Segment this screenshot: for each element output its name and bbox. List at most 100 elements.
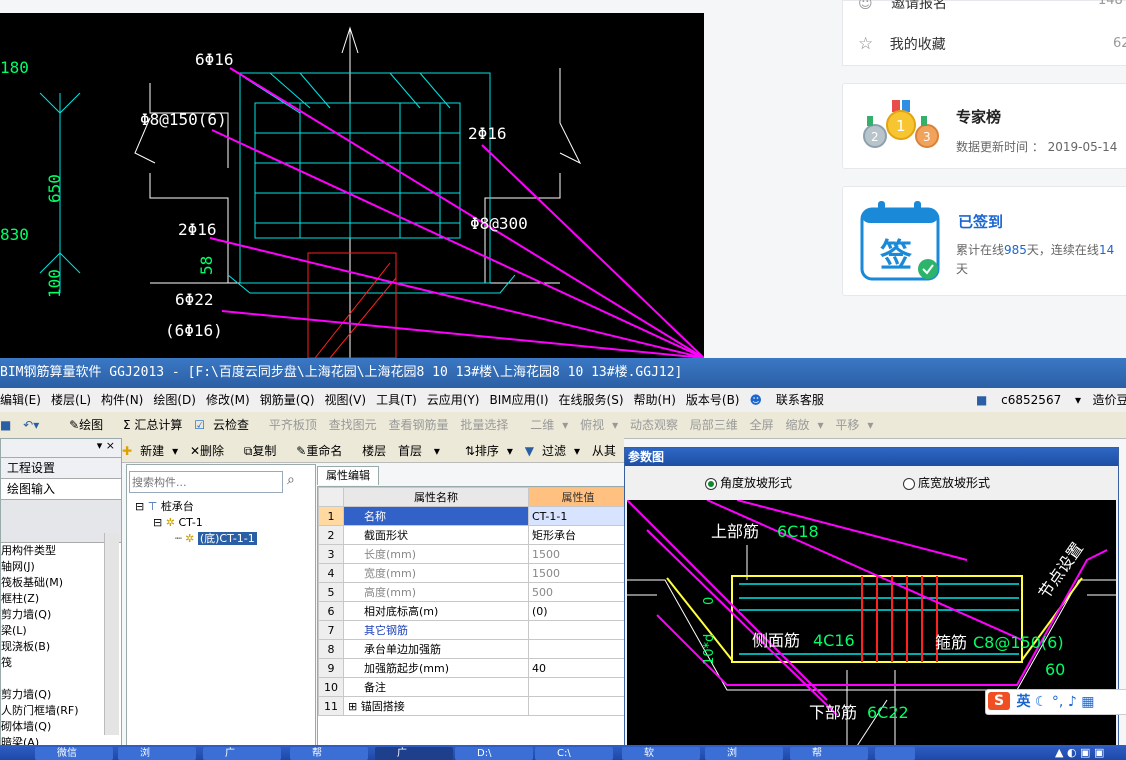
props-row[interactable]: 1 名称 CT-1-1 [318,506,628,526]
filter-button[interactable]: ▼ 过滤 ▾ [525,438,580,462]
pin-icon[interactable]: ▾ × [1,439,121,458]
ime-lang[interactable]: 英 [1016,694,1030,710]
props-row-value[interactable] [528,639,628,659]
tray-icons[interactable]: ▲ ◐ ▣ ▣ [1055,746,1104,759]
taskbar-item[interactable]: 广 [203,747,281,760]
menu-help[interactable]: 帮助(H) [634,388,676,412]
props-row-value[interactable]: 1500 [528,563,628,583]
left-list-item[interactable]: 筏板基础(M) [1,575,121,591]
floor-select[interactable]: 首层 ▾ [398,438,453,462]
props-row-value[interactable]: 1500 [528,544,628,564]
props-row[interactable]: 11 ⊞ 锚固搭接 [318,696,628,716]
taskbar-item[interactable]: 浏 [705,747,783,760]
ref-diagram-title[interactable]: 参数图 [625,448,1118,466]
ref-label-node[interactable]: 节点设置 [1035,539,1087,602]
props-row[interactable]: 7 其它钢筋 [318,620,628,640]
signin-card[interactable]: 签 已签到 累计在线985天，连续在线14 天 [842,186,1126,296]
tab-project-settings[interactable]: 工程设置 [1,458,121,479]
taskbar-item[interactable]: D:\ [455,747,533,760]
radio-width-slope[interactable]: 底宽放坡形式 [903,466,990,500]
props-row[interactable]: 8 承台单边加强筋 [318,639,628,659]
menu-bim[interactable]: BIM应用(I) [489,388,548,412]
new-button[interactable]: ✚ 新建 ▾ [122,438,178,462]
radio-angle-slope[interactable]: 角度放坡形式 [705,466,792,500]
left-list-item[interactable]: 轴网(J) [1,559,121,575]
ime-toolbar[interactable]: S 英 ☾ °, ♪ ▦ [985,689,1126,715]
left-list-item[interactable]: 筏 [1,655,121,671]
taskbar-item[interactable]: 广 [375,747,453,760]
sidebar-item-favorites[interactable]: ☆ 我的收藏 [858,34,946,54]
toolbar-zoom[interactable]: 缩放 ▾ [785,412,823,438]
toolbar-flush-top[interactable]: 平齐板顶 [269,412,317,438]
props-row-value[interactable] [528,620,628,640]
toolbar-draw[interactable]: ✎绘图 [69,412,111,438]
menu-draw[interactable]: 绘图(D) [153,388,196,412]
from-button[interactable]: 从其 [592,438,616,462]
menu-view[interactable]: 视图(V) [325,388,367,412]
user-account[interactable]: ■ c6852567 ▾ 造价豆:0 [976,388,1126,412]
props-row[interactable]: 10 备注 [318,677,628,697]
props-row-value[interactable]: 40 [528,658,628,678]
search-icon[interactable]: ⌕ [287,472,295,488]
copy-button[interactable]: ⧉复制 [244,438,285,462]
taskbar-item[interactable]: C:\ [535,747,613,760]
sort-button[interactable]: ⇅排序 ▾ [465,438,513,462]
left-list-item[interactable]: 人防门框墙(RF) [1,703,121,719]
menu-version[interactable]: 版本号(B) [686,388,740,412]
props-row-value[interactable] [528,677,628,697]
left-list-item[interactable]: 梁(L) [1,623,121,639]
tree-node-pile-cap[interactable]: ⊟ ⊤ 桩承台 [135,499,257,515]
moon-icon[interactable]: ☾ [1035,694,1048,710]
props-row[interactable]: 6 相对底标高(m) (0) [318,601,628,621]
menu-floor[interactable]: 楼层(L) [51,388,91,412]
toolbar-find[interactable]: 查找图元 [329,412,377,438]
left-list-item[interactable]: 剪力墙(Q) [1,687,121,703]
sidebar-item-partial[interactable]: ☺ 邀请报名 [858,0,947,13]
left-list-item[interactable]: 暗梁(A) [1,735,121,745]
menu-component[interactable]: 构件(N) [101,388,143,412]
props-row-value[interactable]: 500 [528,582,628,602]
props-row[interactable]: 2 截面形状 矩形承台 [318,525,628,545]
menu-cloud[interactable]: 云应用(Y) [427,388,480,412]
taskbar-item[interactable] [875,747,915,760]
taskbar-item[interactable]: 软 [622,747,700,760]
expert-card[interactable]: 1 2 3 专家榜 数据更新时间 ： 2019-05-14 [842,83,1126,169]
tree-node-ct1-1[interactable]: ┈ ✲ (底)CT-1-1 [135,531,257,547]
props-row[interactable]: 9 加强筋起步(mm) 40 [318,658,628,678]
toolbar-cloud-check[interactable]: ☑ 云检查 [194,412,257,438]
punct-icon[interactable]: °, [1052,694,1063,710]
menu-edit[interactable]: 编辑(E) [0,388,41,412]
props-row-value[interactable]: 矩形承台 [528,525,628,545]
left-scrollbar[interactable] [104,533,119,735]
tab-drawing-input[interactable]: 绘图输入 [1,479,121,500]
props-row[interactable]: 4 宽度(mm) 1500 [318,563,628,583]
props-row-value[interactable]: CT-1-1 [528,506,628,526]
menu-contact[interactable]: ☻ 联系客服 [750,388,834,412]
taskbar-item[interactable]: 帮 [790,747,868,760]
toolbar-topview[interactable]: 俯视 ▾ [580,412,618,438]
toolbar-pan[interactable]: 平移 ▾ [835,412,873,438]
toolbar-orbit[interactable]: 动态观察 [630,412,678,438]
tree-node-ct1[interactable]: ⊟ ✲ CT-1 [135,515,257,531]
toolbar-fullscreen[interactable]: 全屏 [750,412,774,438]
props-row-value[interactable] [528,696,628,716]
rename-button[interactable]: ✎重命名 [296,438,350,462]
toolbar-calc[interactable]: Σ 汇总计算 [123,412,182,438]
menu-rebar-qty[interactable]: 钢筋量(Q) [260,388,315,412]
search-input[interactable] [129,471,283,493]
keyboard-icon[interactable]: ▦ [1081,694,1094,710]
app-title-bar[interactable]: BIM钢筋算量软件 GGJ2013 - [F:\百度云同步盘\上海花园\上海花园… [0,358,1126,388]
props-row[interactable]: 3 长度(mm) 1500 [318,544,628,564]
left-list-item[interactable] [1,671,121,687]
toolbar-local-3d[interactable]: 局部三维 [690,412,738,438]
menu-modify[interactable]: 修改(M) [206,388,250,412]
props-row-value[interactable]: (0) [528,601,628,621]
menu-tools[interactable]: 工具(T) [376,388,417,412]
taskbar-item[interactable]: 帮 [290,747,368,760]
props-tab[interactable]: 属性编辑 [317,466,379,485]
undo-icon[interactable]: ↶▾ [23,412,39,438]
left-list-item[interactable]: 框柱(Z) [1,591,121,607]
left-list-item[interactable]: 砌体墙(Q) [1,719,121,735]
left-list-item[interactable]: 用构件类型 [1,543,121,559]
toolbar-batch-select[interactable]: 批量选择 [460,412,508,438]
